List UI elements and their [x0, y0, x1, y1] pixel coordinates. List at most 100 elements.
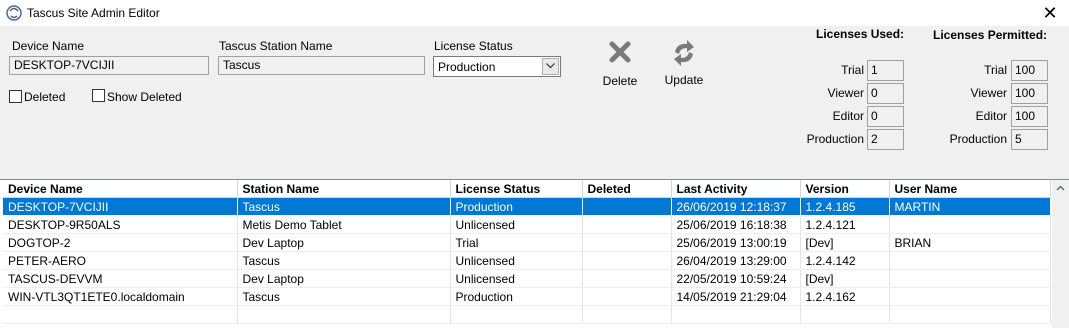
cell-station-name: Tascus [237, 197, 451, 216]
cell-license-status: Unlicensed [450, 269, 583, 288]
cell-license-status: Production [450, 197, 583, 216]
delete-x-icon [596, 40, 644, 68]
used-production-value: 2 [867, 129, 904, 150]
cell-station-name: Metis Demo Tablet [237, 215, 451, 234]
cell-station-name: Tascus [237, 251, 451, 270]
cell-station-name: Tascus [237, 287, 451, 306]
col-header-license-status[interactable]: License Status [450, 180, 583, 198]
cell-deleted [582, 233, 672, 252]
update-button[interactable]: Update [658, 38, 710, 90]
cell-user-name [889, 269, 1051, 288]
cell-last-activity: 25/06/2019 13:00:19 [671, 233, 801, 252]
cell-station-name: Dev Laptop [237, 233, 451, 252]
table-row[interactable]: WIN-VTL3QT1ETE0.localdomain Tascus Product… [3, 287, 1051, 306]
empty-cell [582, 305, 672, 324]
permitted-trial-value: 100 [1011, 60, 1048, 81]
col-header-station-name[interactable]: Station Name [237, 180, 451, 198]
station-name-label: Tascus Station Name [219, 39, 333, 53]
empty-row [3, 305, 1051, 324]
grid-body: DESKTOP-7VCIJII Tascus Production 26/06/201… [3, 197, 1051, 324]
cell-last-activity: 25/06/2019 16:18:38 [671, 215, 801, 234]
cell-deleted [582, 269, 672, 288]
title-bar: Tascus Site Admin Editor ✕ [0, 0, 1069, 27]
empty-cell [3, 305, 238, 324]
delete-button-label: Delete [602, 74, 638, 88]
cell-license-status: Unlicensed [450, 215, 583, 234]
cell-last-activity: 14/05/2019 21:29:04 [671, 287, 801, 306]
cell-license-status: Unlicensed [450, 251, 583, 270]
table-row[interactable]: TASCUS-DEVVM Dev Laptop Unlicensed 22/05/20… [3, 269, 1051, 288]
empty-cell [450, 305, 583, 324]
cell-user-name [889, 251, 1051, 270]
cell-version: 1.2.4.121 [800, 215, 890, 234]
device-table: Device Name Station Name License Status … [3, 180, 1051, 324]
cell-license-status: Trial [450, 233, 583, 252]
empty-cell [237, 305, 451, 324]
col-header-user-name[interactable]: User Name [889, 180, 1051, 198]
table-row[interactable]: DESKTOP-7VCIJII Tascus Production 26/06/201… [3, 197, 1051, 216]
show-deleted-label: Show Deleted [107, 90, 182, 104]
delete-button[interactable]: Delete [596, 40, 644, 90]
cell-version: 1.2.4.162 [800, 287, 890, 306]
cell-license-status: Production [450, 287, 583, 306]
station-name-field[interactable]: Tascus [218, 56, 425, 75]
table-row[interactable]: DOGTOP-2 Dev Laptop Trial 25/06/2019 13:00:… [3, 233, 1051, 252]
cell-station-name: Dev Laptop [237, 269, 451, 288]
cell-device-name: TASCUS-DEVVM [3, 269, 238, 288]
cell-last-activity: 26/06/2019 12:18:37 [671, 197, 801, 216]
empty-cell [671, 305, 801, 324]
empty-cell [800, 305, 890, 324]
cell-last-activity: 22/05/2019 10:59:24 [671, 269, 801, 288]
cell-device-name: DESKTOP-9R50ALS [3, 215, 238, 234]
license-status-select[interactable]: Production [433, 56, 561, 77]
cell-user-name [889, 215, 1051, 234]
permitted-production-value: 5 [1011, 129, 1048, 150]
device-name-label: Device Name [12, 39, 85, 53]
table-row[interactable]: PETER-AERO Tascus Unlicensed 26/04/2019 13:… [3, 251, 1051, 270]
used-viewer-value: 0 [867, 83, 904, 104]
show-deleted-checkbox[interactable] [92, 89, 105, 102]
scroll-up-icon[interactable] [1052, 180, 1069, 197]
cell-user-name [889, 287, 1051, 306]
col-header-last-activity[interactable]: Last Activity [671, 180, 801, 198]
device-grid[interactable]: Device Name Station Name License Status … [0, 179, 1069, 328]
cell-deleted [582, 215, 672, 234]
license-status-label: License Status [434, 39, 513, 53]
cell-user-name: MARTIN [889, 197, 1051, 216]
refresh-icon [658, 38, 710, 68]
permitted-trial-label: Trial [984, 63, 1007, 77]
vertical-scrollbar[interactable] [1052, 180, 1069, 328]
used-editor-label: Editor [832, 109, 864, 123]
cell-user-name: BRIAN [889, 233, 1051, 252]
deleted-checkbox[interactable] [9, 90, 22, 103]
cell-version: 1.2.4.185 [800, 197, 890, 216]
licenses-used-header: Licenses Used: [816, 27, 905, 41]
cell-deleted [582, 251, 672, 270]
licenses-permitted-header: Licenses Permitted: [933, 28, 1048, 42]
update-button-label: Update [664, 73, 704, 87]
table-row[interactable]: DESKTOP-9R50ALS Metis Demo Tablet Unlicens… [3, 215, 1051, 234]
window-title: Tascus Site Admin Editor [27, 6, 160, 20]
cell-device-name: WIN-VTL3QT1ETE0.localdomain [3, 287, 238, 306]
cell-version: [Dev] [800, 269, 890, 288]
cell-version: [Dev] [800, 233, 890, 252]
permitted-editor-value: 100 [1011, 106, 1048, 127]
chevron-down-icon[interactable] [542, 58, 559, 75]
used-trial-value: 1 [867, 60, 904, 81]
col-header-device-name[interactable]: Device Name [3, 180, 238, 198]
col-header-deleted[interactable]: Deleted [582, 180, 672, 198]
permitted-viewer-label: Viewer [970, 86, 1007, 100]
app-logo-icon [6, 5, 22, 21]
close-icon[interactable]: ✕ [1039, 2, 1061, 24]
empty-cell [889, 305, 1051, 324]
cell-deleted [582, 287, 672, 306]
cell-device-name: DOGTOP-2 [3, 233, 238, 252]
col-header-version[interactable]: Version [800, 180, 890, 198]
cell-device-name: PETER-AERO [3, 251, 238, 270]
cell-version: 1.2.4.142 [800, 251, 890, 270]
used-trial-label: Trial [841, 63, 864, 77]
device-name-field[interactable]: DESKTOP-7VCIJII [9, 56, 209, 75]
cell-device-name: DESKTOP-7VCIJII [3, 197, 238, 216]
used-editor-value: 0 [867, 106, 904, 127]
grid-header-row: Device Name Station Name License Status … [3, 180, 1051, 198]
